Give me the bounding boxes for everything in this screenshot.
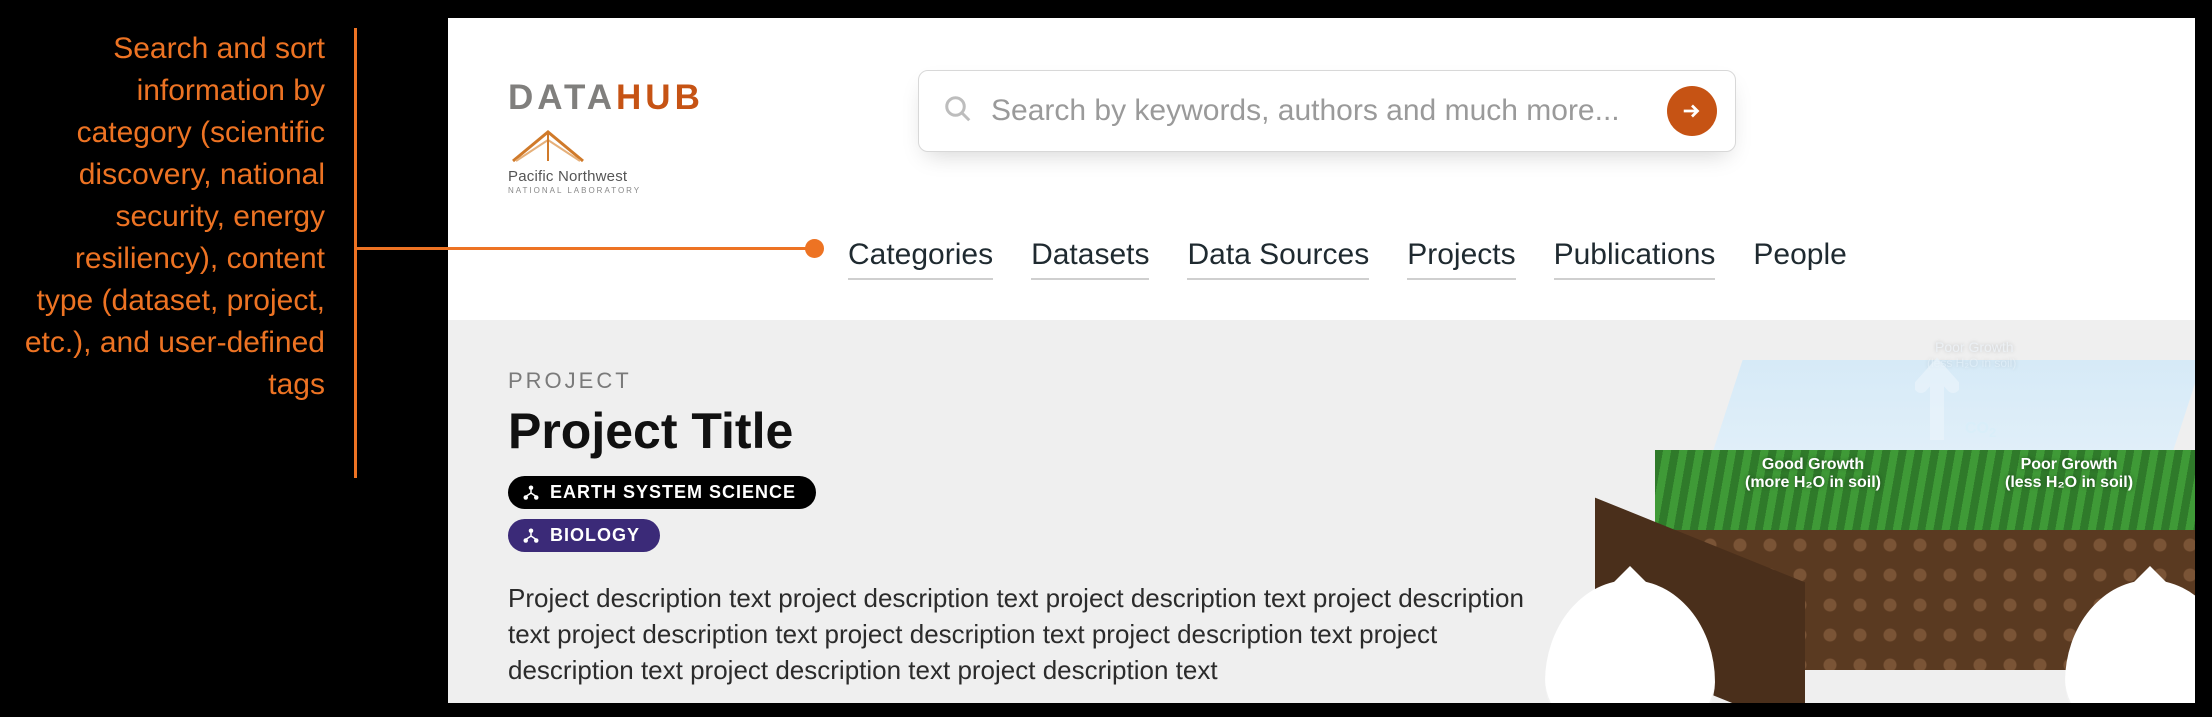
content-area: PROJECT Project Title EARTH SYSTEM SCIEN…	[448, 320, 2195, 703]
nav-tab-people[interactable]: People	[1753, 238, 1846, 278]
brand-subtitle: Pacific Northwest	[508, 168, 738, 185]
brand-wordmark: DATAHUB	[508, 78, 738, 118]
illus-faint-label-1: Poor Growth	[1935, 338, 2014, 356]
brand-word-part1: DATA	[508, 78, 616, 117]
primary-nav: Categories Datasets Data Sources Project…	[848, 238, 1847, 280]
header: DATAHUB Pacific Northwest NATIONAL LABOR…	[448, 18, 2195, 320]
tag-label: BIOLOGY	[550, 525, 640, 546]
callout-guide-horizontal	[354, 247, 814, 250]
search-input[interactable]	[991, 94, 1649, 128]
callout-guide-dot	[805, 239, 824, 258]
illus-balloon-right	[2065, 580, 2195, 703]
nav-tab-projects[interactable]: Projects	[1407, 238, 1515, 280]
nav-tab-publications[interactable]: Publications	[1554, 238, 1716, 280]
project-title: Project Title	[508, 402, 2135, 460]
tag-list: EARTH SYSTEM SCIENCE BIOLOGY	[508, 476, 2135, 552]
brand-subtitle-small: NATIONAL LABORATORY	[508, 186, 738, 195]
callout-text: Search and sort information by category …	[20, 28, 325, 406]
brand-mark-icon	[508, 126, 580, 166]
brand-word-part2: HUB	[616, 78, 704, 117]
hierarchy-icon	[522, 527, 540, 545]
illus-balloon-left	[1545, 580, 1715, 703]
content-eyebrow: PROJECT	[508, 368, 2135, 394]
tag-earth-system-science[interactable]: EARTH SYSTEM SCIENCE	[508, 476, 816, 509]
nav-tab-data-sources[interactable]: Data Sources	[1187, 238, 1369, 280]
tag-biology[interactable]: BIOLOGY	[508, 519, 660, 552]
tag-label: EARTH SYSTEM SCIENCE	[550, 482, 796, 503]
app-window: DATAHUB Pacific Northwest NATIONAL LABOR…	[448, 18, 2195, 703]
search-icon	[943, 94, 973, 129]
search-submit-button[interactable]	[1667, 86, 1717, 136]
nav-tab-categories[interactable]: Categories	[848, 238, 993, 280]
nav-tab-datasets[interactable]: Datasets	[1031, 238, 1149, 280]
search-bar	[918, 70, 1736, 152]
hierarchy-icon	[522, 484, 540, 502]
brand-logo: DATAHUB Pacific Northwest NATIONAL LABOR…	[508, 78, 738, 195]
project-description: Project description text project descrip…	[508, 580, 1548, 688]
callout-guide-vertical	[354, 28, 357, 478]
